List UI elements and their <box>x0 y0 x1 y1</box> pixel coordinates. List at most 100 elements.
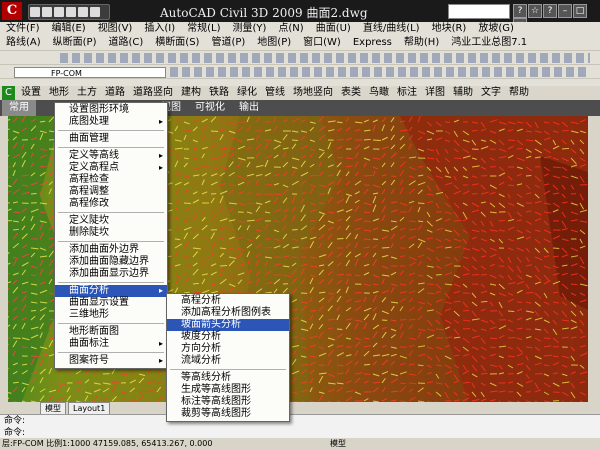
menu-item-6[interactable]: 定义高程点 ▸ <box>55 162 167 174</box>
menu-item2-4[interactable]: 管道(P) <box>205 36 251 50</box>
menu-item-19[interactable]: 曲面显示设置 <box>55 297 167 309</box>
submenu-item-4[interactable]: 方向分析 <box>167 343 289 355</box>
menu-item2-5[interactable]: 地图(P) <box>251 36 297 50</box>
menu-item-18[interactable]: 曲面分析 ▸ <box>55 285 167 297</box>
menu-item2-8[interactable]: 帮助(H) <box>398 36 445 50</box>
slope-arrow <box>228 147 235 150</box>
menu-item2-6[interactable]: 窗口(W) <box>297 36 347 50</box>
menu-item-20[interactable]: 三维地形 <box>55 309 167 321</box>
vertical-scrollbar[interactable] <box>588 116 600 406</box>
menu-item2-1[interactable]: 纵断面(P) <box>47 36 103 50</box>
menu-item-label: 添加曲面隐藏边界 <box>69 256 149 267</box>
ribbon-tab-8[interactable]: 管线 <box>261 86 289 100</box>
maximize-icon[interactable]: □ <box>573 4 587 18</box>
toolbar-icons[interactable] <box>60 53 590 63</box>
menu-item-12[interactable]: 删除陡坎 <box>55 227 167 239</box>
menu-item-11[interactable]: 定义陡坎 <box>55 215 167 227</box>
ribbon-tab-7[interactable]: 绿化 <box>233 86 261 100</box>
menu-item2-0[interactable]: 路线(A) <box>0 36 47 50</box>
menu-item-23[interactable]: 曲面标注 ▸ <box>55 338 167 350</box>
quick-access-toolbar[interactable] <box>28 4 110 20</box>
menu-item2-3[interactable]: 横断面(S) <box>149 36 205 50</box>
ribbon-tab-5[interactable]: 建构 <box>177 86 205 100</box>
menu-item-2[interactable]: 视图(V) <box>92 22 139 36</box>
menu-item-8[interactable]: 直线/曲线(L) <box>357 22 426 36</box>
menu-item-1[interactable]: 编辑(E) <box>46 22 92 36</box>
slope-arrow <box>219 264 228 267</box>
command-line[interactable]: 命令: 命令: <box>0 414 600 439</box>
slope-arrow <box>336 121 343 124</box>
slope-arrow <box>192 282 199 285</box>
menu-item-label: 方向分析 <box>181 343 221 354</box>
ribbon-tab-13[interactable]: 详图 <box>421 86 449 100</box>
ribbon-tab-12[interactable]: 标注 <box>393 86 421 100</box>
menu-item-3[interactable]: 插入(I) <box>138 22 181 36</box>
ribbon-tab-16[interactable]: 帮助 <box>505 86 533 100</box>
ribbon-tab-6[interactable]: 铁路 <box>205 86 233 100</box>
menu-item-3[interactable]: 曲面管理 <box>55 133 167 145</box>
submenu-item-1[interactable]: 添加高程分析图例表 <box>167 307 289 319</box>
status-model[interactable]: 模型 <box>330 438 346 450</box>
submenu-item-10[interactable]: 裁剪等高线图形 <box>167 408 289 420</box>
slope-arrow <box>507 184 514 187</box>
ribbon-tab-4[interactable]: 道路竖向 <box>129 86 177 100</box>
chevron-right-icon: ▸ <box>158 117 163 126</box>
search-input[interactable] <box>448 4 510 19</box>
info-icon[interactable]: ? <box>513 4 527 18</box>
toolbar-icons-2[interactable] <box>170 67 590 77</box>
menu-item-14[interactable]: 添加曲面外边界 <box>55 244 167 256</box>
menu-item-6[interactable]: 点(N) <box>272 22 309 36</box>
ribbon-tab2-2[interactable]: 可视化 <box>188 100 232 116</box>
ribbon-tab-3[interactable]: 道路 <box>101 86 129 100</box>
ribbon-tab-14[interactable]: 辅助 <box>449 86 477 100</box>
menu-item-10[interactable]: 放坡(G) <box>472 22 520 36</box>
ribbon-tab-10[interactable]: 表类 <box>337 86 365 100</box>
menu-item-22[interactable]: 地形断面图 <box>55 326 167 338</box>
menu-item2-9[interactable]: 鸿业工业总图7.1 <box>445 36 533 50</box>
menu-item-16[interactable]: 添加曲面显示边界 <box>55 268 167 280</box>
ribbon-tab2-0[interactable]: 常用 <box>2 100 36 116</box>
menu-item-25[interactable]: 图案符号 ▸ <box>55 355 167 367</box>
ribbon-tab-9[interactable]: 场地竖向 <box>289 86 337 100</box>
ribbon-tab2-3[interactable]: 输出 <box>232 100 266 116</box>
menu-item-label: 裁剪等高线图形 <box>181 408 251 419</box>
menu-item-5[interactable]: 定义等高线 ▸ <box>55 150 167 162</box>
submenu-item-2[interactable]: 坡面箭头分析 <box>167 319 289 331</box>
menu-item-0[interactable]: 文件(F) <box>0 22 46 36</box>
menu-item-7[interactable]: 曲面(U) <box>310 22 357 36</box>
menu-item-5[interactable]: 测量(Y) <box>226 22 272 36</box>
menu-item-label: 等高线分析 <box>181 372 231 383</box>
submenu-item-3[interactable]: 坡度分析 <box>167 331 289 343</box>
ribbon-tab-2[interactable]: 土方 <box>73 86 101 100</box>
help-icon[interactable]: ? <box>543 4 557 18</box>
menu-item-0[interactable]: 设置图形环境 <box>55 104 167 116</box>
submenu-item-0[interactable]: 高程分析 <box>167 295 289 307</box>
menu-item2-2[interactable]: 道路(C) <box>103 36 150 50</box>
menu-item-9[interactable]: 地块(R) <box>426 22 473 36</box>
slope-arrow <box>363 211 371 214</box>
menu-item-8[interactable]: 高程调整 <box>55 186 167 198</box>
ribbon-tab-0[interactable]: 设置 <box>17 86 45 100</box>
slope-arrow <box>516 147 523 150</box>
menu-item-4[interactable]: 常规(L) <box>181 22 226 36</box>
submenu-item-9[interactable]: 标注等高线图形 <box>167 396 289 408</box>
menu-item-7[interactable]: 高程检查 <box>55 174 167 186</box>
menu-item2-7[interactable]: Express <box>347 36 398 50</box>
ribbon-tab-1[interactable]: 地形 <box>45 86 73 100</box>
menu-item-15[interactable]: 添加曲面隐藏边界 <box>55 256 167 268</box>
app-logo-icon[interactable]: C <box>2 2 22 20</box>
menu-item-9[interactable]: 高程修改 <box>55 198 167 210</box>
star-icon[interactable]: ☆ <box>528 4 542 18</box>
slope-arrow <box>462 381 471 384</box>
menu-item-1[interactable]: 底图处理 ▸ <box>55 116 167 128</box>
layer-dropdown[interactable]: FP-COM <box>14 67 166 78</box>
submenu-item-7[interactable]: 等高线分析 <box>167 372 289 384</box>
slope-arrow <box>183 274 190 277</box>
ribbon-tab-15[interactable]: 文字 <box>477 86 505 100</box>
ribbon-tab-11[interactable]: 鸟瞰 <box>365 86 393 100</box>
slope-arrow <box>12 228 19 231</box>
submenu-item-5[interactable]: 流域分析 <box>167 355 289 367</box>
menu-item-label: 高程修改 <box>69 198 109 209</box>
minimize-icon[interactable]: – <box>558 4 572 18</box>
submenu-item-8[interactable]: 生成等高线图形 <box>167 384 289 396</box>
